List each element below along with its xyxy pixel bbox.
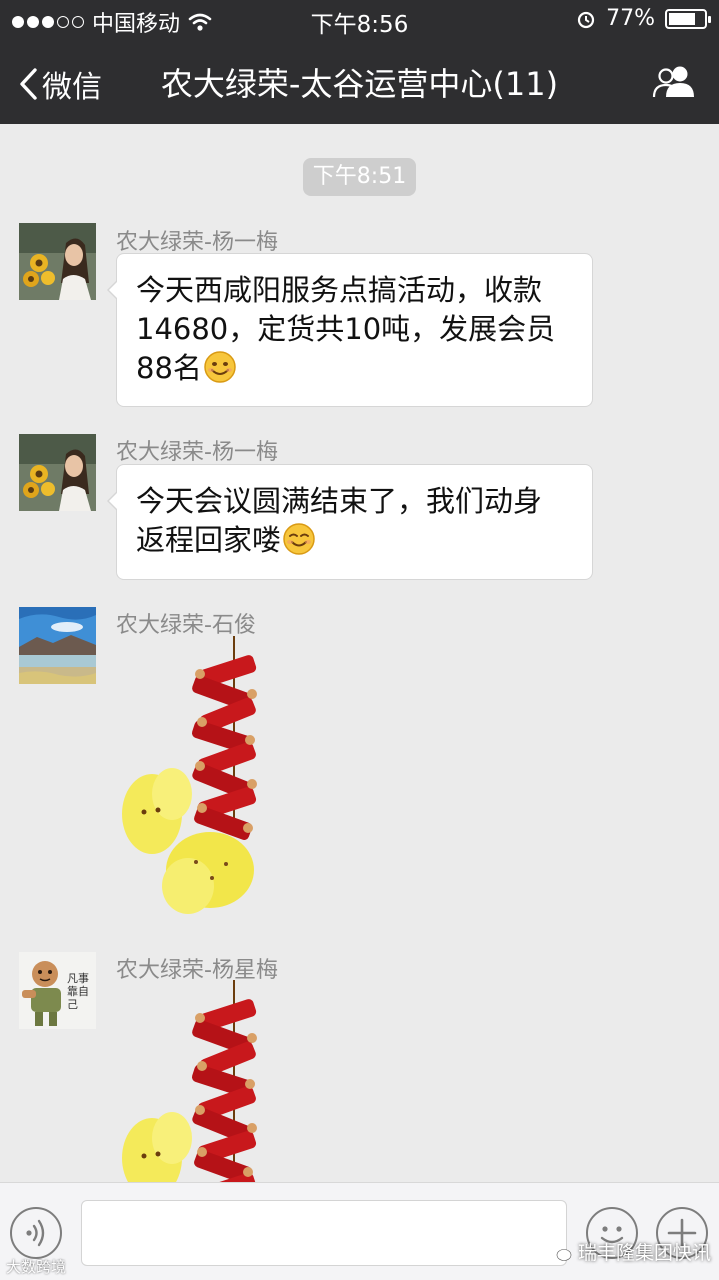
message-text-line: 今天西咸阳服务点搞活动，收款 (136, 273, 543, 307)
sender-name: 农大绿荣-杨一梅 (116, 440, 278, 465)
message-text-line: 14680，定货共10吨，发展会员 (136, 312, 556, 346)
status-bar: 中国移动 下午8:56 77% (0, 0, 719, 38)
message-input[interactable] (81, 1200, 567, 1266)
sender-name: 农大绿荣-杨一梅 (116, 230, 278, 255)
group-info-button[interactable] (651, 64, 697, 102)
sticker-firecrackers[interactable] (116, 976, 266, 1182)
nav-bar: 微信 农大绿荣-太谷运营中心(11) (0, 38, 719, 124)
avatar-sender[interactable] (19, 223, 96, 300)
message-text-line: 返程回家喽 (136, 523, 282, 557)
message-timestamp: 下午8:51 (303, 158, 416, 196)
voice-button[interactable] (10, 1207, 62, 1259)
firecracker-string (191, 980, 257, 1182)
message-text-line: 88名 (136, 351, 202, 385)
watermark-left: 大数跨境 (6, 1256, 66, 1277)
message-text-line: 今天会议圆满结束了，我们动身 (136, 484, 543, 518)
watermark-right-text: 瑞丰隆集团快讯 (578, 1242, 712, 1264)
wechat-logo-icon (549, 1243, 572, 1261)
group-members-icon (652, 66, 694, 98)
chat-title: 农大绿荣-太谷运营中心(11) (160, 65, 559, 103)
firecracker-string (191, 636, 257, 840)
input-bar (0, 1182, 719, 1280)
avatar-caption: 凡事靠自己 (67, 972, 89, 1011)
voice-icon (26, 1219, 45, 1247)
message-list[interactable]: 下午8:51 农大绿荣-杨一梅 今天西咸阳服务点搞活动，收款 14680，定货共… (0, 124, 719, 1182)
avatar-sender[interactable] (19, 434, 96, 511)
explosion-puff (122, 1112, 192, 1182)
watermark-right: 瑞丰隆集团快讯 (548, 1238, 711, 1265)
smile-emoji-icon (283, 523, 315, 555)
avatar-sender[interactable] (19, 607, 96, 684)
message-bubble[interactable]: 今天会议圆满结束了，我们动身 返程回家喽 (107, 464, 593, 580)
watermark-left-text: 大数跨境 (6, 1258, 67, 1276)
sticker-firecrackers[interactable] (116, 632, 266, 926)
avatar-sender[interactable]: 凡事靠自己 (19, 952, 96, 1029)
smile-emoji-icon (204, 351, 236, 383)
message-bubble[interactable]: 今天西咸阳服务点搞活动，收款 14680，定货共10吨，发展会员 88名 (107, 253, 593, 407)
alarm-icon (577, 11, 595, 28)
battery-icon (665, 8, 711, 29)
battery-percent: 77% (606, 6, 655, 31)
